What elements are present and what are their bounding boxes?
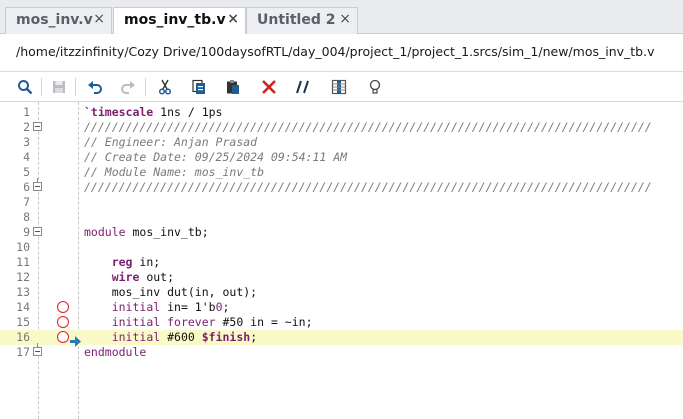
breakpoint-icon[interactable]: [57, 301, 69, 313]
file-path-bar: /home/itzzinfinity/Cozy Drive/100daysofR…: [0, 34, 683, 72]
close-icon[interactable]: ×: [93, 11, 105, 27]
file-path: /home/itzzinfinity/Cozy Drive/100daysofR…: [16, 44, 655, 59]
fold-end-icon[interactable]: [33, 343, 42, 356]
search-icon[interactable]: [14, 76, 36, 98]
line-number: 5: [23, 165, 30, 179]
line-number: 8: [23, 210, 30, 224]
code-line: 15 initial forever #50 in = ~in;: [0, 315, 683, 330]
code-line: 10: [0, 240, 683, 255]
code-line: 9 module mos_inv_tb;: [0, 225, 683, 240]
close-icon[interactable]: ×: [227, 11, 239, 27]
line-number: 9: [23, 225, 30, 239]
code-line: 1 `timescale 1ns / 1ps: [0, 105, 683, 120]
code-line: 13 mos_inv dut(in, out);: [0, 285, 683, 300]
code-editor[interactable]: 1 `timescale 1ns / 1ps 2 ///////////////…: [0, 102, 683, 419]
comment-icon[interactable]: [292, 76, 314, 98]
breakpoint-icon[interactable]: [57, 316, 69, 328]
fold-end-icon[interactable]: [33, 178, 42, 191]
save-icon[interactable]: [48, 76, 70, 98]
code-line: 5 // Module Name: mos_inv_tb: [0, 165, 683, 180]
code-line: 6 //////////////////////////////////////…: [0, 178, 683, 195]
line-number: 6: [23, 180, 30, 194]
current-code-line: 16 initial #600 $finish;: [0, 330, 683, 347]
fold-toggle-icon[interactable]: [33, 122, 42, 131]
line-number: 16: [16, 330, 30, 344]
editor-toolbar: [0, 72, 683, 102]
code-line: 12 wire out;: [0, 270, 683, 285]
line-number: 12: [16, 270, 30, 284]
line-number: 4: [23, 150, 30, 164]
line-number: 11: [16, 255, 30, 269]
paste-icon[interactable]: [222, 76, 244, 98]
line-number: 1: [23, 105, 30, 119]
code-line: 8: [0, 210, 683, 225]
lightbulb-icon[interactable]: [364, 76, 386, 98]
code-line: 4 // Create Date: 09/25/2024 09:54:11 AM: [0, 150, 683, 165]
line-number: 14: [16, 300, 30, 314]
code-line: 17 endmodule: [0, 343, 683, 360]
fold-toggle-icon[interactable]: [33, 227, 42, 236]
line-number: 15: [16, 315, 30, 329]
cut-icon[interactable]: [154, 76, 176, 98]
code-line: 14 initial in= 1'b0;: [0, 300, 683, 315]
editor-tab-bar: mos_inv.v × mos_inv_tb.v × Untitled 2 ×: [0, 0, 683, 35]
code-line: 2 //////////////////////////////////////…: [0, 120, 683, 135]
code-line: 7: [0, 195, 683, 210]
tab-untitled-2[interactable]: Untitled 2 ×: [246, 7, 358, 34]
line-number: 17: [16, 345, 30, 359]
redo-icon[interactable]: [117, 76, 139, 98]
copy-icon[interactable]: [188, 76, 210, 98]
line-number: 7: [23, 195, 30, 209]
tab-label: mos_inv_tb.v: [124, 12, 226, 28]
close-icon[interactable]: ×: [339, 11, 351, 27]
breakpoint-icon[interactable]: [57, 331, 69, 343]
line-number: 2: [23, 120, 30, 134]
tab-label: Untitled 2: [257, 12, 336, 28]
line-number: 13: [16, 285, 30, 299]
code-line: 3 // Engineer: Anjan Prasad: [0, 135, 683, 150]
tab-mos-inv-tb[interactable]: mos_inv_tb.v ×: [113, 7, 246, 35]
delete-icon[interactable]: [258, 76, 280, 98]
line-number: 3: [23, 135, 30, 149]
tab-label: mos_inv.v: [16, 12, 93, 28]
column-select-icon[interactable]: [328, 76, 350, 98]
tab-mos-inv[interactable]: mos_inv.v ×: [5, 7, 112, 34]
code-line: 11 reg in;: [0, 255, 683, 270]
undo-icon[interactable]: [84, 76, 106, 98]
line-number: 10: [16, 240, 30, 254]
